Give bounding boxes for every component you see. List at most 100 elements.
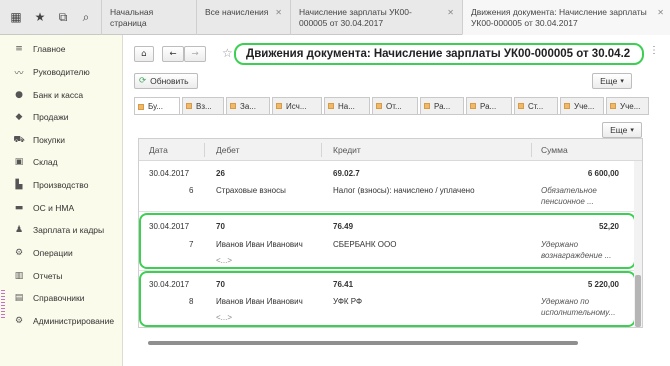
section-tab-1[interactable]: Бу... <box>134 97 180 115</box>
sidebar-item-purchases[interactable]: ⛟ Покупки <box>0 129 123 151</box>
sidebar-item-reports[interactable]: ▥ Отчеты <box>0 265 123 287</box>
book-icon: ▤ <box>14 293 24 303</box>
sidebar-item-sales[interactable]: ◆ Продажи <box>0 106 123 128</box>
sum-note: Удержано по исполнительному... <box>541 297 616 317</box>
tab-label: Начальная страница <box>110 7 154 28</box>
sidebar-item-label: Справочники <box>33 293 85 303</box>
page-title: Движения документа: Начисление зарплаты … <box>234 43 644 65</box>
section-tab-3[interactable]: За... <box>226 97 270 114</box>
section-tab-label: Ра... <box>434 101 451 111</box>
row-number: 6 <box>189 186 194 195</box>
scrollbar-thumb[interactable] <box>148 341 578 345</box>
section-tab-5[interactable]: На... <box>324 97 370 114</box>
home-button[interactable]: ⌂ <box>134 46 154 62</box>
bag-icon: ◆ <box>15 112 23 122</box>
section-tab-label: Уче... <box>574 101 595 111</box>
close-icon[interactable]: ✕ <box>275 7 282 18</box>
close-icon[interactable]: ✕ <box>657 7 664 18</box>
section-tab-6[interactable]: От... <box>372 97 418 114</box>
chart-line-icon: 〰 <box>14 68 24 79</box>
sidebar-item-label: Покупки <box>33 135 65 145</box>
grid-menu-icon[interactable]: ▦ <box>8 9 24 25</box>
page-title-text: Движения документа: Начисление зарплаты … <box>246 48 631 60</box>
sidebar-item-directories[interactable]: ▤ Справочники <box>0 287 123 309</box>
row-number: 8 <box>189 297 194 306</box>
arrow-left-icon: ← <box>169 49 177 59</box>
cart-icon: ⛟ <box>13 134 25 145</box>
section-tab-9[interactable]: Ст... <box>514 97 558 114</box>
register-icon <box>610 103 616 109</box>
sidebar-item-production[interactable]: ▙ Производство <box>0 174 123 196</box>
divider <box>139 211 642 212</box>
section-tab-label: Исч... <box>286 101 307 111</box>
credit-subconto: Налог (взносы): начислено / уплачено <box>333 186 475 195</box>
register-icon <box>470 103 476 109</box>
vertical-scrollbar[interactable] <box>634 161 642 327</box>
top-bar: ▦ ★ ⧉ ⌕ Начальная страница Все начислени… <box>0 0 670 35</box>
section-tab-4[interactable]: Исч... <box>272 97 322 114</box>
section-tab-2[interactable]: Вз... <box>182 97 224 114</box>
back-button[interactable]: ← <box>162 46 184 62</box>
gear-icon: ⚙ <box>14 316 24 326</box>
forward-button[interactable]: → <box>184 46 206 62</box>
column-header-credit[interactable]: Кредит <box>333 145 361 155</box>
column-header-sum[interactable]: Сумма <box>541 145 568 155</box>
person-icon: ♟ <box>14 225 24 235</box>
chevron-down-icon: ▾ <box>630 126 634 134</box>
table-more-dropdown-button[interactable]: Еще ▾ <box>602 122 642 138</box>
register-icon <box>230 103 236 109</box>
more-label: Еще <box>600 76 618 86</box>
search-icon[interactable]: ⌕ <box>78 9 94 25</box>
column-header-date[interactable]: Дата <box>149 145 168 155</box>
section-tab-label: За... <box>240 101 256 111</box>
row-date: 30.04.2017 <box>149 280 190 289</box>
gears-icon: ⚙ <box>14 248 24 258</box>
section-tab-11[interactable]: Уче... <box>606 97 649 114</box>
more-dropdown-button[interactable]: Еще ▾ <box>592 73 632 89</box>
sidebar-item-operations[interactable]: ⚙ Операции <box>0 242 123 264</box>
row-sum: 52,20 <box>598 222 619 231</box>
register-icon <box>138 103 144 110</box>
section-tab-label: Ст... <box>528 101 544 111</box>
section-tab-8[interactable]: Ра... <box>466 97 512 114</box>
star-icon[interactable]: ★ <box>32 9 48 25</box>
home-icon: ⌂ <box>141 49 147 59</box>
history-icon[interactable]: ⧉ <box>55 9 71 25</box>
section-tab-7[interactable]: Ра... <box>420 97 464 114</box>
tab-payroll-document[interactable]: Начисление зарплаты УК00-000005 от 30.04… <box>290 0 460 35</box>
section-tab-10[interactable]: Уче... <box>560 97 604 114</box>
chevron-down-icon: ▾ <box>620 77 624 85</box>
sidebar-item-main[interactable]: ≡ Главное <box>0 38 123 60</box>
divider <box>531 143 532 157</box>
sidebar-item-fixed-assets[interactable]: ▬ ОС и НМА <box>0 197 123 219</box>
horizontal-scrollbar[interactable] <box>138 338 643 348</box>
bar-chart-icon: ▥ <box>14 271 24 281</box>
section-tab-label: Ра... <box>480 101 497 111</box>
refresh-button[interactable]: ⟳ Обновить <box>134 73 198 89</box>
tab-all-accruals[interactable]: Все начисления ✕ <box>196 0 288 35</box>
debit-subconto: Иванов Иван Иванович <box>216 240 303 249</box>
divider <box>321 143 322 157</box>
credit-subconto: СБЕРБАНК ООО <box>333 240 397 249</box>
sidebar-item-manager[interactable]: 〰 Руководителю <box>0 61 123 83</box>
register-icon <box>424 103 430 109</box>
tab-home[interactable]: Начальная страница <box>101 0 193 35</box>
section-tab-label: Уче... <box>620 101 641 111</box>
sidebar-item-administration[interactable]: ⚙ Администрирование <box>0 310 123 332</box>
debit-account: 26 <box>216 169 225 178</box>
row-sum: 5 220,00 <box>587 280 619 289</box>
sidebar-item-label: Банк и касса <box>33 90 84 100</box>
column-header-debit[interactable]: Дебет <box>216 145 240 155</box>
close-icon[interactable]: ✕ <box>447 7 454 18</box>
sidebar-item-salary[interactable]: ♟ Зарплата и кадры <box>0 219 123 241</box>
credit-account: 69.02.7 <box>333 169 360 178</box>
resize-grip[interactable] <box>1 290 5 320</box>
more-actions-icon[interactable]: ⋮ <box>649 45 659 56</box>
scrollbar-thumb[interactable] <box>635 275 641 327</box>
sidebar-item-bank[interactable]: ● Банк и касса <box>0 84 123 106</box>
register-icon <box>376 103 382 109</box>
tab-document-movements[interactable]: Движения документа: Начисление зарплаты … <box>462 0 670 35</box>
sidebar-item-warehouse[interactable]: ▣ Склад <box>0 151 123 173</box>
favorite-star-icon[interactable]: ☆ <box>222 46 233 60</box>
table-header: Дата Дебет Кредит Сумма <box>139 139 642 161</box>
